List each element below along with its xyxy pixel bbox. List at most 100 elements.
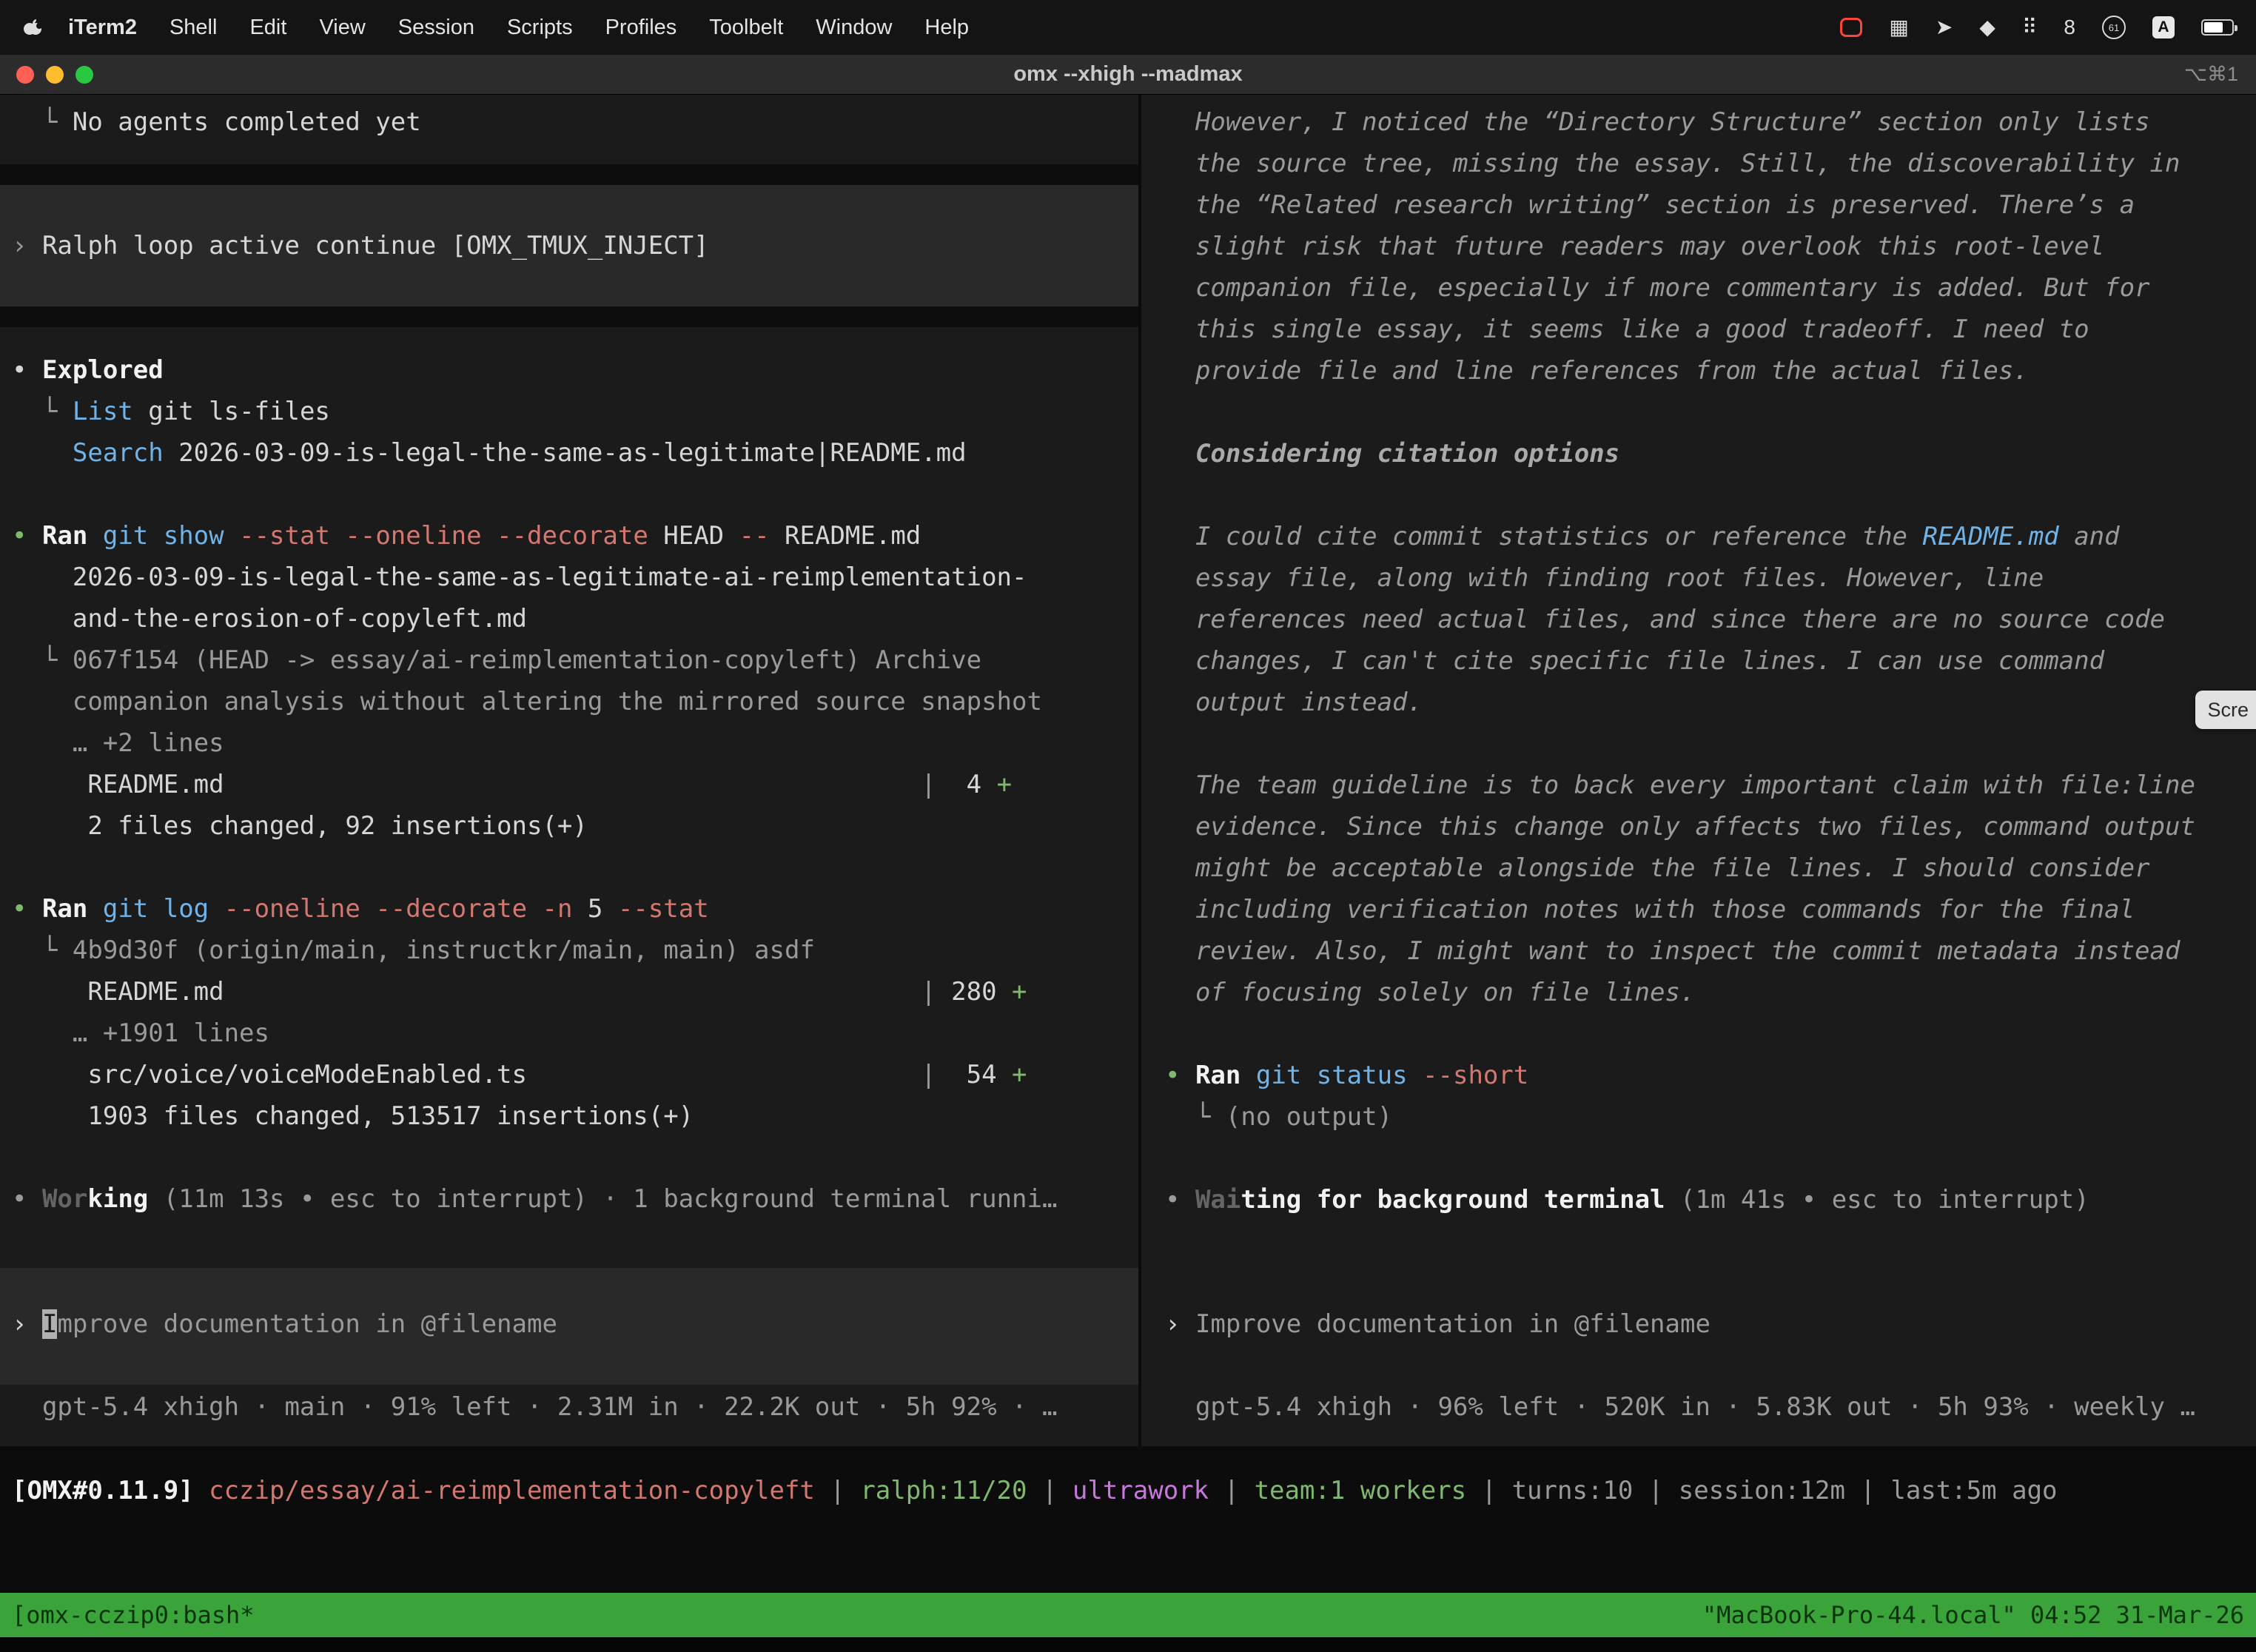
terminal-line: src/voice/voiceModeEnabled.ts | 54 + xyxy=(12,1054,1138,1095)
tmux-status-bar: [omx-cczip0:bash* "MacBook-Pro-44.local"… xyxy=(0,1593,2256,1637)
text-segment: of focusing solely on file lines. xyxy=(1165,978,1695,1007)
text-segment: git log xyxy=(103,894,209,924)
menu-item-profiles[interactable]: Profiles xyxy=(605,16,677,40)
screen: iTerm2 Shell Edit View Session Scripts Profile… xyxy=(0,0,2256,1652)
screen-share-notification[interactable]: Scre xyxy=(2195,691,2256,729)
text-segment: git status xyxy=(1256,1061,1408,1090)
text-segment: 5 xyxy=(588,894,602,924)
menu-item-window[interactable]: Window xyxy=(816,16,892,40)
terminal-line xyxy=(1165,1220,2256,1262)
app-diamond-icon[interactable]: ◆ xyxy=(1979,17,1995,38)
text-segment: HEAD xyxy=(648,521,739,551)
zoom-button[interactable] xyxy=(75,66,93,84)
agent-transcript-right: However, I noticed the “Directory Struct… xyxy=(1153,101,2256,1428)
text-segment: including verification notes with those … xyxy=(1165,895,2135,924)
text-segment: the “Related research writing” section i… xyxy=(1165,190,2135,220)
text-segment: --stat xyxy=(618,894,709,924)
text-segment: output instead. xyxy=(1165,688,1423,717)
terminal-line: "MacBook-Pro-44.local" 04:52 31-Mar-26 xyxy=(1702,1593,2244,1637)
chat-input-left[interactable]: › Improve documentation in @filename xyxy=(0,1268,1138,1385)
menu-item-iterm2[interactable]: iTerm2 xyxy=(68,16,137,40)
text-segment: gpt-5.4 xhigh · 96% left · 520K in · 5.8… xyxy=(1165,1392,2195,1422)
ralph-prompt-panel: › Ralph loop active continue [OMX_TMUX_I… xyxy=(0,185,1138,306)
text-segment xyxy=(602,894,617,924)
text-segment: [OMX#0.11.9] xyxy=(12,1476,209,1505)
text-segment: + xyxy=(997,770,1012,799)
text-segment: git show xyxy=(103,521,224,551)
menu-item-session[interactable]: Session xyxy=(398,16,474,40)
menu-item-help[interactable]: Help xyxy=(924,16,969,40)
text-segment: • xyxy=(12,1184,42,1214)
text-segment: List xyxy=(73,397,133,426)
text-segment: | xyxy=(1466,1476,1511,1505)
window-controls xyxy=(0,66,93,84)
terminal-line: essay file, along with finding root file… xyxy=(1165,557,2256,599)
terminal-line: 2 files changed, 92 insertions(+) xyxy=(12,805,1138,847)
text-segment: … +1901 lines xyxy=(12,1018,269,1048)
minimize-button[interactable] xyxy=(46,66,64,84)
text-segment xyxy=(12,438,73,468)
text-segment: | xyxy=(815,1476,860,1505)
text-segment: (no output) xyxy=(1226,1102,1392,1132)
terminal-line: › Ralph loop active continue [OMX_TMUX_I… xyxy=(12,225,1138,266)
pane-right[interactable]: However, I noticed the “Directory Struct… xyxy=(1141,95,2256,1446)
terminal-line: might be acceptable alongside the file l… xyxy=(1165,847,2256,889)
menu-item-edit[interactable]: Edit xyxy=(249,16,286,40)
terminal-line: the “Related research writing” section i… xyxy=(1165,184,2256,226)
text-segment: › xyxy=(12,1309,42,1339)
text-segment: src/voice/voiceModeEnabled.ts xyxy=(12,1060,921,1089)
text-segment: and xyxy=(2059,522,2120,551)
pane-left[interactable]: └ No agents completed yet › Ralph loop a… xyxy=(0,95,1138,1446)
close-button[interactable] xyxy=(16,66,34,84)
terminal-line xyxy=(1165,392,2256,433)
terminal-line: … +1901 lines xyxy=(12,1013,1138,1054)
text-segment: Ran xyxy=(1195,1061,1241,1090)
terminal-line: this single essay, it seems like a good … xyxy=(1165,309,2256,350)
password-key-icon[interactable]: 8 xyxy=(2064,17,2075,38)
terminal-line: [OMX#0.11.9] cczip/essay/ai-reimplementa… xyxy=(12,1470,2256,1511)
screen-recording-icon[interactable] xyxy=(1840,18,1862,37)
text-segment: --stat --oneline --decorate xyxy=(239,521,648,551)
text-segment: 2026-03-09-is-legal-the-same-as-legitima… xyxy=(12,563,1027,592)
text-segment: king xyxy=(87,1184,148,1214)
text-segment: mprove documentation in @filename xyxy=(57,1309,557,1339)
text-segment: └ xyxy=(12,645,73,675)
text-segment: … +2 lines xyxy=(12,728,224,758)
menu-item-toolbelt[interactable]: Toolbelt xyxy=(709,16,783,40)
location-arrow-icon[interactable]: ➤ xyxy=(1936,17,1953,38)
battery-percent-icon[interactable]: 61 xyxy=(2102,16,2126,39)
terminal-line xyxy=(12,474,1138,515)
input-source-icon[interactable]: A xyxy=(2152,16,2175,38)
terminal-line: README.md | 4 + xyxy=(12,764,1138,805)
text-segment: I could cite commit statistics or refere… xyxy=(1165,522,1923,551)
terminal-line: › Improve documentation in @filename xyxy=(12,1303,1138,1345)
menu-item-scripts[interactable]: Scripts xyxy=(507,16,573,40)
dots-grid-icon[interactable]: ⠿ xyxy=(2022,17,2038,38)
text-segment: | xyxy=(921,1060,936,1089)
apple-menu-icon[interactable] xyxy=(22,17,43,38)
menu-item-view[interactable]: View xyxy=(319,16,365,40)
window-grid-icon[interactable]: ▦ xyxy=(1889,17,1908,38)
text-segment: references need actual files, and since … xyxy=(1165,605,2165,634)
text-segment: However, I noticed the “Directory Struct… xyxy=(1165,107,2150,137)
menu-item-shell[interactable]: Shell xyxy=(169,16,218,40)
text-segment: --oneline --decorate -n xyxy=(224,894,588,924)
text-segment: changes, I can't cite specific file line… xyxy=(1165,646,2104,676)
terminal-line: Search 2026-03-09-is-legal-the-same-as-l… xyxy=(12,432,1138,474)
text-segment: provide file and line references from th… xyxy=(1165,356,2029,386)
text-segment xyxy=(1241,1061,1255,1090)
text-segment: + xyxy=(1012,1060,1027,1089)
terminal-line xyxy=(1165,1138,2256,1179)
terminal-line xyxy=(1165,1345,2256,1386)
terminal-line: The team guideline is to back every impo… xyxy=(1165,765,2256,806)
terminal-line: review. Also, I might want to inspect th… xyxy=(1165,930,2256,972)
text-segment: 067f154 (HEAD -> essay/ai-reimplementati… xyxy=(73,645,981,675)
text-segment: The team guideline is to back every impo… xyxy=(1165,770,2195,800)
terminal-line: └ 067f154 (HEAD -> essay/ai-reimplementa… xyxy=(12,639,1138,681)
text-segment: | xyxy=(1845,1476,1890,1505)
text-segment: README.md xyxy=(12,977,921,1007)
battery-icon[interactable] xyxy=(2201,19,2234,36)
terminal-line: 2026-03-09-is-legal-the-same-as-legitima… xyxy=(12,557,1138,598)
window-title-bar[interactable]: omx --xhigh --madmax ⌥⌘1 xyxy=(0,55,2256,95)
text-segment: • xyxy=(12,521,42,551)
